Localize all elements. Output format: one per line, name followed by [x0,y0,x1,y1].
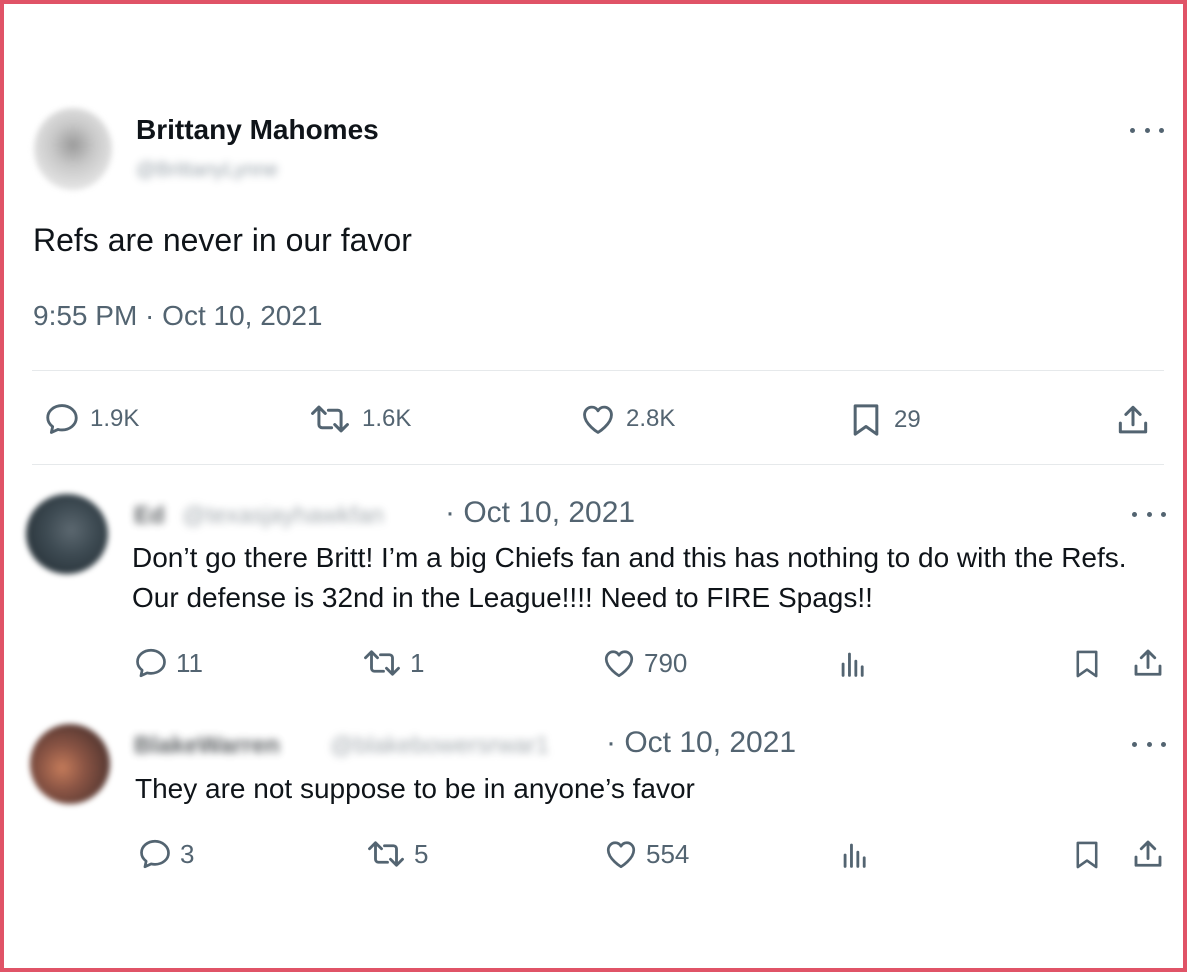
bookmark-button[interactable] [1070,645,1104,683]
author-name[interactable]: Brittany Mahomes [136,114,379,146]
like-icon [583,405,613,434]
retweet-icon [368,841,404,867]
share-button[interactable] [1130,835,1166,873]
reply-icon [140,839,170,869]
like-count: 2.8K [626,405,676,432]
share-icon [1134,649,1162,676]
tweet-text: Refs are never in our favor [33,222,412,258]
like-button[interactable]: 554 [602,836,689,872]
retweet-count: 1 [410,647,425,678]
like-count: 790 [644,647,688,678]
retweet-icon [364,650,400,676]
reply-button[interactable]: 1.9K [42,400,139,438]
like-count: 554 [646,838,690,869]
tweet-screenshot-frame: Brittany Mahomes @BrittanyLynne Refs are… [0,0,1187,972]
views-button[interactable] [838,836,872,874]
reply-icon [136,648,166,678]
reply-count: 11 [176,647,203,678]
reply-date[interactable]: · Oct 10, 2021 [445,496,635,530]
bookmark-count: 29 [894,406,921,433]
reply-author-name[interactable]: Ed [134,502,165,530]
tweet-timestamp[interactable]: 9:55 PM · Oct 10, 2021 [33,300,323,332]
author-avatar[interactable] [34,108,112,190]
divider [32,464,1164,465]
share-button[interactable] [1130,644,1166,682]
divider [32,370,1164,371]
reply-text: They are not suppose to be in anyone’s f… [135,773,695,804]
bookmark-button[interactable]: 29 [846,400,921,440]
reply-count: 3 [180,838,195,869]
author-handle[interactable]: @BrittanyLynne [136,159,278,183]
more-icon[interactable] [1130,124,1164,136]
like-icon [606,841,636,869]
retweet-count: 1.6K [362,405,412,432]
more-icon[interactable] [1132,508,1166,520]
retweet-count: 5 [414,838,429,869]
retweet-icon [311,405,349,433]
reply-icon [46,404,78,434]
retweet-button[interactable]: 1.6K [306,400,411,438]
analytics-icon [841,652,864,677]
share-icon [1118,405,1148,434]
views-button[interactable] [836,645,870,683]
more-icon[interactable] [1132,738,1166,750]
reply-author-name[interactable]: BlakeWarren [134,732,280,760]
retweet-button[interactable]: 5 [364,836,428,872]
reply-button[interactable]: 11 [132,645,203,681]
analytics-icon [843,843,866,868]
reply-button[interactable]: 3 [136,836,194,872]
bookmark-icon [853,404,879,436]
reply-count: 1.9K [90,405,140,432]
share-button[interactable] [1114,400,1152,440]
reply-author-handle[interactable]: @texasjayhawkfan [182,502,384,530]
like-button[interactable]: 790 [600,645,687,681]
reply-author-handle[interactable]: @blakebowersrwar1 [330,732,549,760]
reply-avatar[interactable] [30,724,110,804]
reply-date[interactable]: · Oct 10, 2021 [606,726,796,760]
like-button[interactable]: 2.8K [578,400,675,438]
retweet-button[interactable]: 1 [360,645,424,681]
bookmark-button[interactable] [1070,836,1104,874]
reply-avatar[interactable] [26,494,108,574]
reply-text: Don’t go there Britt! I’m a big Chiefs f… [132,542,1127,613]
bookmark-icon [1076,650,1098,678]
like-icon [604,650,634,678]
share-icon [1134,840,1162,867]
bookmark-icon [1076,841,1098,869]
